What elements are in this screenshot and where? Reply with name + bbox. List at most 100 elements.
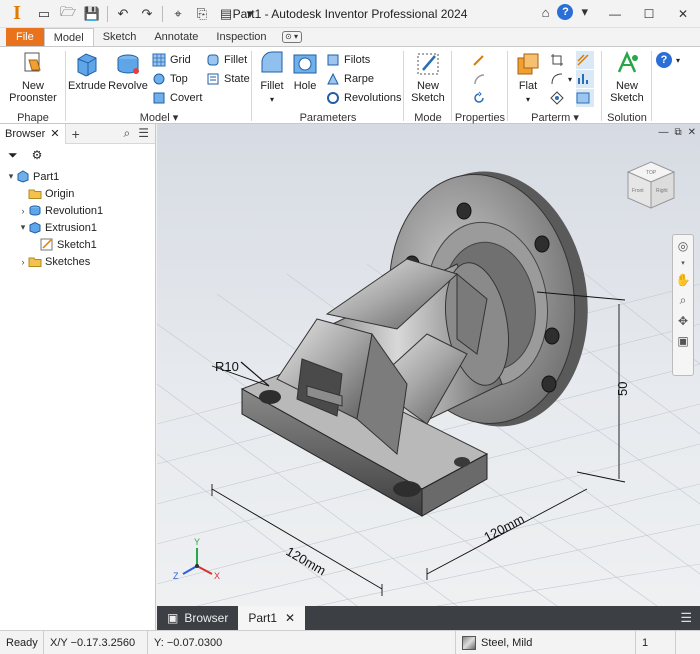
group-separator bbox=[651, 51, 652, 121]
tree-node[interactable]: ▾ Part1 bbox=[0, 168, 155, 185]
redo-icon[interactable]: ↷ bbox=[138, 5, 156, 23]
ribbon-help-dropdown-icon[interactable]: ▾ bbox=[676, 56, 680, 65]
expand-toggle-icon[interactable]: ▾ bbox=[18, 222, 28, 233]
pencil-icon bbox=[473, 55, 484, 66]
doc-tabs-menu-icon[interactable]: ☰ bbox=[680, 610, 700, 626]
graphics-viewport[interactable]: — ⧉ ✕ R10 120mm 120mm 50 Y X Z TOP Front… bbox=[157, 124, 700, 606]
measure-icon[interactable]: ▤ bbox=[217, 5, 235, 23]
doc-tab-browser[interactable]: ▣ Browser bbox=[157, 606, 238, 630]
share-icon[interactable]: ⎘ bbox=[193, 5, 211, 23]
tree-node[interactable]: ▾ Extrusion1 bbox=[0, 219, 155, 236]
home-icon[interactable]: ⌂ bbox=[542, 5, 550, 20]
browser-tab[interactable]: Browser ✕ bbox=[0, 123, 66, 144]
tab-sketch[interactable]: Sketch bbox=[94, 28, 146, 46]
close-button[interactable]: ✕ bbox=[666, 0, 700, 28]
tab-extra-dropdown[interactable]: ⊙ ▾ bbox=[276, 28, 308, 46]
viewcube[interactable]: TOP Front Right bbox=[624, 158, 678, 212]
close-browser-icon[interactable]: ✕ bbox=[50, 127, 59, 140]
revolve-button[interactable]: Revolve bbox=[108, 50, 148, 92]
pencil-button[interactable] bbox=[472, 51, 490, 69]
zoom-icon[interactable]: ⌕ bbox=[680, 293, 687, 308]
tab-model[interactable]: Model bbox=[43, 28, 94, 46]
lines-button[interactable] bbox=[576, 51, 594, 69]
axis-z-label: Z bbox=[173, 571, 179, 581]
curve-button[interactable]: ▾ bbox=[550, 70, 572, 88]
arc-button[interactable] bbox=[472, 70, 490, 88]
curve-icon bbox=[551, 73, 563, 85]
solution-new-sketch-button[interactable]: New Sketch bbox=[606, 50, 648, 104]
covert-button[interactable]: Covert bbox=[152, 89, 202, 107]
sketch-icon bbox=[40, 238, 57, 251]
rotate-button[interactable] bbox=[472, 89, 490, 107]
group-label-model[interactable]: Model ▾ bbox=[66, 111, 252, 124]
dimension-120-right[interactable]: 120mm bbox=[481, 511, 526, 545]
grid-button[interactable]: Grid bbox=[152, 51, 191, 69]
new-file-icon[interactable]: ▭ bbox=[35, 5, 53, 23]
inspect-button[interactable] bbox=[550, 89, 568, 107]
qat-dropdown-icon[interactable]: ▾ bbox=[241, 5, 259, 23]
add-browser-icon[interactable]: + bbox=[72, 126, 80, 142]
viewcube-top[interactable]: TOP bbox=[646, 170, 657, 176]
fillet-button[interactable]: Fillet ▾ bbox=[256, 50, 288, 106]
tree-node[interactable]: › Revolution1 bbox=[0, 202, 155, 219]
filots-button[interactable]: Filots bbox=[326, 51, 370, 69]
revolutions-label: Revolutions bbox=[344, 92, 402, 104]
tab-file[interactable]: File bbox=[6, 28, 44, 46]
tree-node[interactable]: › Sketches bbox=[0, 253, 155, 270]
expand-toggle-icon[interactable]: › bbox=[18, 257, 28, 267]
dimension-50[interactable]: 50 bbox=[615, 382, 630, 396]
bars-button[interactable] bbox=[576, 70, 594, 88]
undo-icon[interactable]: ↶ bbox=[114, 5, 132, 23]
viewcube-right[interactable]: Right bbox=[656, 188, 668, 194]
mode-new-sketch-button[interactable]: New Sketch bbox=[408, 50, 448, 104]
open-icon[interactable]: 🗁 bbox=[59, 4, 77, 23]
help-dropdown-icon[interactable]: ▾ bbox=[581, 4, 588, 20]
revolutions-button[interactable]: Revolutions bbox=[326, 89, 401, 107]
expand-toggle-icon[interactable]: ▾ bbox=[6, 171, 16, 182]
viewcube-front[interactable]: Front bbox=[632, 188, 644, 194]
save-icon[interactable]: 💾 bbox=[83, 5, 101, 23]
status-material[interactable]: Steel, Mild bbox=[456, 630, 636, 654]
doc-tab-browser-label: Browser bbox=[184, 611, 229, 625]
maximize-button[interactable]: ☐ bbox=[632, 0, 666, 28]
flat-button[interactable]: Flat ▾ bbox=[512, 50, 544, 106]
dimension-r10[interactable]: R10 bbox=[215, 359, 239, 374]
orbit-icon[interactable]: ✥ bbox=[678, 314, 688, 328]
browser-settings-icon[interactable]: ⚙ bbox=[32, 148, 43, 162]
curve-dropdown-icon[interactable]: ▾ bbox=[568, 75, 572, 84]
close-doc-icon[interactable]: ✕ bbox=[285, 611, 295, 625]
hole-button[interactable]: Hole bbox=[290, 50, 320, 92]
help-icon[interactable]: ? bbox=[557, 4, 574, 20]
rarpe-icon bbox=[327, 72, 339, 85]
dimension-120-left[interactable]: 120mm bbox=[284, 544, 329, 579]
doc-tab-part1[interactable]: Part1 ✕ bbox=[238, 606, 306, 630]
flat-dropdown-icon[interactable]: ▾ bbox=[526, 94, 530, 106]
pan-hand-icon[interactable]: ✋ bbox=[676, 273, 691, 287]
top-button[interactable]: Top bbox=[152, 70, 188, 88]
browser-menu-icon[interactable]: ☰ bbox=[138, 126, 149, 141]
tab-annotate[interactable]: Annotate bbox=[145, 28, 207, 46]
filter-icon[interactable]: ⏷ bbox=[8, 148, 18, 163]
browser-search-icon[interactable]: ⌕ bbox=[124, 126, 131, 141]
select-icon[interactable]: ⌖ bbox=[169, 5, 187, 23]
crop-button[interactable] bbox=[550, 51, 568, 69]
tab-inspection[interactable]: Inspection bbox=[207, 28, 275, 46]
table-button[interactable] bbox=[576, 89, 594, 107]
fillet-dropdown-icon[interactable]: ▾ bbox=[270, 94, 274, 106]
extrude-button[interactable]: Extrude bbox=[68, 50, 106, 92]
steering-wheel-icon[interactable]: ◎ bbox=[678, 239, 688, 253]
tree-node[interactable]: Origin bbox=[0, 185, 155, 202]
minimize-button[interactable]: — bbox=[598, 0, 632, 28]
tree-node[interactable]: Sketch1 bbox=[0, 236, 155, 253]
new-proonster-button[interactable]: New Proonster bbox=[8, 50, 58, 104]
group-label-parterm[interactable]: Parterm ▾ bbox=[508, 111, 602, 124]
model-fillet-button[interactable]: Fillet bbox=[206, 51, 247, 69]
look-at-icon[interactable]: ▣ bbox=[677, 334, 688, 348]
state-button[interactable]: State bbox=[206, 70, 250, 88]
rarpe-button[interactable]: Rarpe bbox=[326, 70, 374, 88]
group-label-solution: Solution bbox=[607, 112, 647, 124]
inventor-logo-icon[interactable]: I bbox=[6, 2, 28, 25]
navbar-dropdown-icon[interactable]: ▾ bbox=[681, 259, 685, 267]
expand-toggle-icon[interactable]: › bbox=[18, 206, 28, 216]
ribbon-help-button[interactable]: ? ▾ bbox=[656, 51, 680, 69]
